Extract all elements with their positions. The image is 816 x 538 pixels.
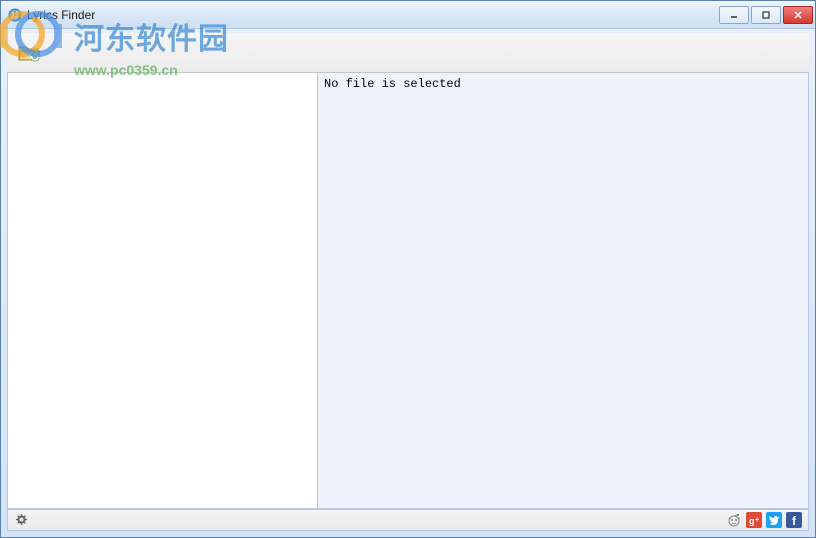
google-plus-icon[interactable]: g + [746,512,762,528]
lyrics-panel: No file is selected [318,73,808,508]
reddit-icon[interactable] [726,512,742,528]
svg-text:f: f [792,514,797,527]
status-message: No file is selected [324,77,461,91]
status-bar: g + f [7,509,809,531]
svg-text:+: + [755,517,759,524]
content-area: No file is selected [7,73,809,509]
maximize-button[interactable] [751,6,781,24]
settings-button[interactable] [14,513,28,527]
facebook-icon[interactable]: f [786,512,802,528]
title-bar: Lyrics Finder [1,1,815,29]
minimize-button[interactable] [719,6,749,24]
app-icon [7,7,23,23]
svg-text:g: g [749,516,755,526]
toolbar [7,33,809,73]
window-controls [719,6,813,24]
twitter-icon[interactable] [766,512,782,528]
window-frame: Lyrics Finder [0,0,816,538]
file-list-panel[interactable] [8,73,318,508]
close-button[interactable] [783,6,813,24]
window-title: Lyrics Finder [27,8,719,22]
social-icons: g + f [726,512,802,528]
open-folder-button[interactable] [13,37,45,69]
